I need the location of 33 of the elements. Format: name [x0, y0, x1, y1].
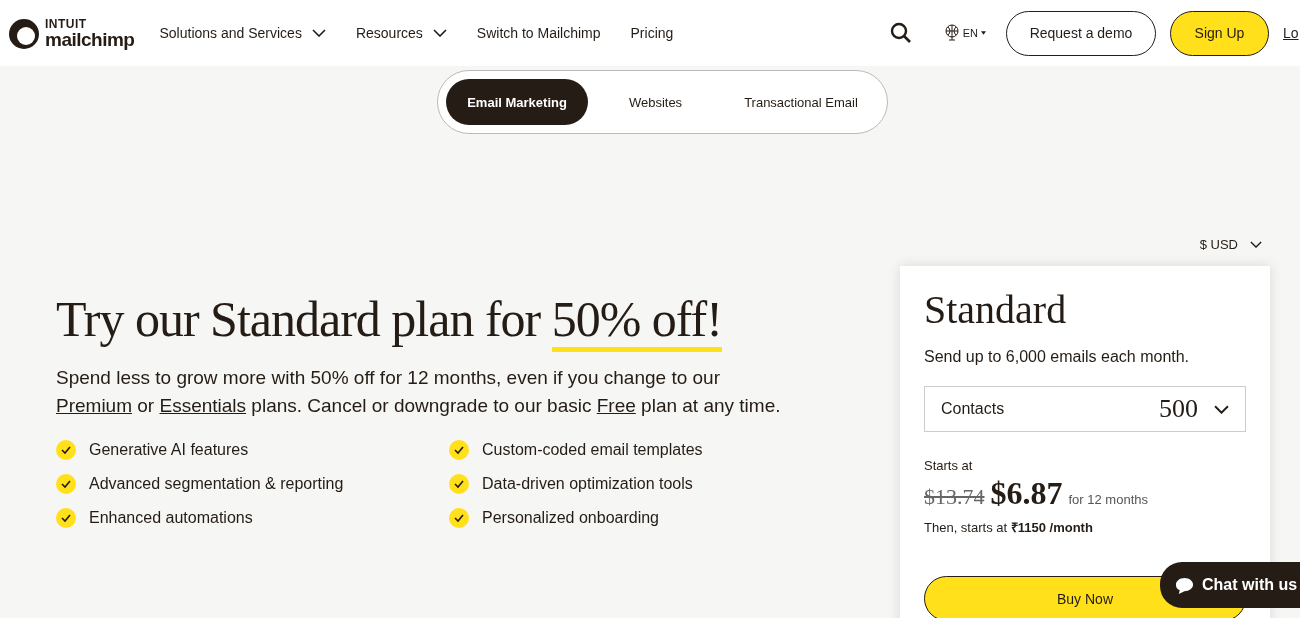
nav-link[interactable]: Resources — [355, 25, 447, 41]
logo-wordmark: mailchimp — [45, 29, 135, 49]
renewal-price-text: Then, starts at ₹1150 /month — [924, 519, 1094, 536]
nav-link[interactable]: Switch to Mailchimp — [476, 25, 601, 41]
feature-text: Data-driven optimization tools — [482, 475, 693, 493]
old-price: $13.74 — [924, 484, 985, 510]
plan-link[interactable]: Premium — [56, 395, 132, 416]
starts-at-label: Starts at — [924, 458, 974, 473]
request-demo-button[interactable]: Request a demo — [1006, 10, 1156, 56]
feature-text: Enhanced automations — [89, 509, 253, 527]
contacts-dropdown[interactable]: Contacts 500 — [924, 386, 1246, 432]
chat-button[interactable]: Chat with us — [1160, 562, 1300, 608]
feature-text: Custom-coded email templates — [482, 441, 703, 459]
login-link[interactable]: Lo — [1283, 25, 1300, 41]
sign-up-button[interactable]: Sign Up — [1170, 10, 1269, 56]
nav-link[interactable]: Pricing — [630, 25, 674, 41]
plan-name: Standard — [924, 288, 1068, 332]
hero-paragraph: Spend less to grow more with 50% off for 12 months, even if you change to our Premium or Essentials plans. Cancel or downgrade to our basic Free plan at any time. — [56, 366, 782, 418]
feature-text: Generative AI features — [89, 441, 249, 459]
plan-link[interactable]: Free — [596, 395, 636, 416]
price-period: for 12 months — [1068, 492, 1148, 507]
plan-description: Send up to 6,000 emails each month. — [924, 348, 1191, 366]
plan-link[interactable]: Essentials — [159, 395, 247, 416]
logo-top-text: INTUIT — [45, 17, 88, 30]
price: $6.87 — [990, 475, 1063, 512]
feature-text: Personalized onboarding — [482, 509, 659, 527]
tab[interactable]: Websites — [591, 79, 720, 125]
tab[interactable]: Email Marketing — [446, 79, 588, 125]
tab[interactable]: Transactional Email — [723, 79, 879, 125]
language-selector[interactable]: EN — [943, 24, 986, 42]
feature-text: Advanced segmentation & reporting — [89, 475, 344, 493]
currency-selector[interactable]: $ USD — [1199, 236, 1262, 252]
nav-link[interactable]: Solutions and Services — [159, 25, 326, 41]
